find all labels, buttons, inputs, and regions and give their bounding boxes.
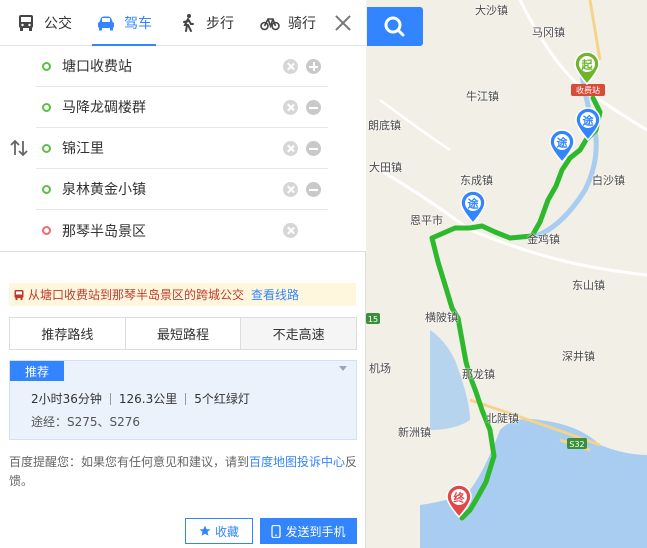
directions-panel: 公交 驾车 步行 骑行 塘口收费站 马降龙碉楼群 锦江里 泉林黄金小镇 那琴半岛… xyxy=(0,0,366,548)
map-label-enping: 恩平市 xyxy=(410,214,443,227)
map-label-dongcheng: 东成镇 xyxy=(460,174,493,187)
waypoint-via[interactable]: 泉林黄金小镇 xyxy=(36,169,328,210)
tab-bike[interactable]: 骑行 xyxy=(260,0,316,46)
map-label-magang: 马冈镇 xyxy=(532,26,565,39)
map-label-dongshan: 东山镇 xyxy=(572,279,605,292)
favorite-label: 收藏 xyxy=(214,524,239,539)
road-s32-label: S32 xyxy=(569,440,584,449)
swap-icon[interactable] xyxy=(9,139,29,157)
via-dot-icon xyxy=(42,102,51,112)
route-option-tabs: 推荐路线 最短路程 不走高速 xyxy=(9,317,357,350)
via-marker-label: 途 xyxy=(583,114,595,128)
tab-bus-label: 公交 xyxy=(44,16,72,32)
end-marker-icon[interactable]: 终 xyxy=(446,484,472,518)
tab-bus[interactable]: 公交 xyxy=(16,0,72,46)
tab-bike-label: 骑行 xyxy=(288,16,316,32)
map-label-shenjing: 深井镇 xyxy=(562,350,595,363)
map-label-nalong: 那龙镇 xyxy=(462,368,495,381)
bike-icon xyxy=(260,18,280,31)
send-to-phone-label: 发送到手机 xyxy=(285,524,346,539)
remove-waypoint-icon[interactable] xyxy=(306,141,321,156)
clear-icon[interactable] xyxy=(283,141,298,156)
route-result-card[interactable]: 推荐 2小时36分钟 126.3公里 5个红绿灯 途经：S275、S276 xyxy=(9,360,357,440)
via-marker-icon[interactable]: 途 xyxy=(549,129,575,163)
via-marker-icon[interactable]: 途 xyxy=(460,190,486,224)
phone-icon xyxy=(271,524,282,538)
via-marker-label: 途 xyxy=(468,197,480,211)
tab-walk-label: 步行 xyxy=(206,16,234,32)
map-label-baisha: 白沙镇 xyxy=(592,174,625,187)
clear-icon[interactable] xyxy=(283,100,298,115)
map-label-niujiang: 牛江镇 xyxy=(466,90,499,103)
search-button[interactable] xyxy=(367,7,423,46)
route-distance: 126.3公里 xyxy=(118,392,178,406)
divider xyxy=(109,392,111,405)
tab-recommended-route[interactable]: 推荐路线 xyxy=(10,318,126,349)
feedback-prefix: 百度提醒您：如果您有任何意见和建议，请到 xyxy=(9,455,250,469)
toll-label: 收费站 xyxy=(576,85,600,95)
end-marker-label: 终 xyxy=(454,491,466,505)
star-icon xyxy=(199,525,211,536)
remove-waypoint-icon[interactable] xyxy=(306,100,321,115)
map-label-airport: 机场 xyxy=(369,362,391,375)
travel-mode-bar: 公交 驾车 步行 骑行 xyxy=(0,0,366,46)
via-marker-label: 途 xyxy=(557,136,569,150)
clear-icon[interactable] xyxy=(283,59,298,74)
send-to-phone-button[interactable]: 发送到手机 xyxy=(260,518,357,544)
bus-icon xyxy=(14,289,24,300)
route-time: 2小时36分钟 xyxy=(31,392,102,406)
via-dot-icon xyxy=(42,184,51,194)
via-dot-icon xyxy=(42,143,51,153)
bus-icon xyxy=(19,15,33,31)
clear-icon[interactable] xyxy=(283,223,298,238)
waypoint-end[interactable]: 那琴半岛景区 xyxy=(36,210,328,251)
map-label-beidou: 北陡镇 xyxy=(486,412,519,425)
recommended-badge: 推荐 xyxy=(10,361,64,381)
route-via-roads: 途经：S275、S276 xyxy=(31,415,141,429)
start-marker-label: 起 xyxy=(581,58,594,72)
clear-icon[interactable] xyxy=(283,182,298,197)
bus-tip-text: 从塘口收费站到那琴半岛景区的跨城公交 xyxy=(28,288,245,302)
map-label-xinzhou: 新洲镇 xyxy=(398,426,431,439)
map-label-datian: 大田镇 xyxy=(369,161,402,174)
close-icon[interactable] xyxy=(330,10,356,36)
view-bus-route-link[interactable]: 查看线路 xyxy=(251,286,299,303)
waypoint-via[interactable]: 锦江里 xyxy=(36,128,328,169)
tab-shortest-route[interactable]: 最短路程 xyxy=(125,318,242,349)
search-icon xyxy=(384,16,405,37)
end-dot-icon xyxy=(42,226,51,235)
complaint-center-link[interactable]: 百度地图投诉中心 xyxy=(249,455,345,469)
tab-avoid-highway[interactable]: 不走高速 xyxy=(241,318,357,349)
add-waypoint-icon[interactable] xyxy=(306,59,321,74)
feedback-note: 百度提醒您：如果您有任何意见和建议，请到百度地图投诉中心反馈。 xyxy=(9,453,359,491)
start-marker-icon[interactable]: 起 xyxy=(574,51,600,85)
map-label-langdi: 朗底镇 xyxy=(368,119,401,132)
favorite-button[interactable]: 收藏 xyxy=(185,518,253,544)
bus-tip: 从塘口收费站到那琴半岛景区的跨城公交 查看线路 xyxy=(9,283,356,306)
map-label-jinji: 金鸡镇 xyxy=(527,233,560,246)
tab-drive[interactable]: 驾车 xyxy=(92,0,156,46)
tab-walk[interactable]: 步行 xyxy=(178,0,234,46)
expand-arrow-icon[interactable] xyxy=(339,366,347,371)
remove-waypoint-icon[interactable] xyxy=(306,182,321,197)
road-15-label: 15 xyxy=(368,315,378,324)
route-traffic-lights: 5个红绿灯 xyxy=(194,392,250,406)
waypoint-list: 塘口收费站 马降龙碉楼群 锦江里 泉林黄金小镇 那琴半岛景区 xyxy=(0,46,366,252)
waypoint-via[interactable]: 马降龙碉楼群 xyxy=(36,87,328,128)
divider xyxy=(185,392,187,405)
waypoint-start[interactable]: 塘口收费站 xyxy=(36,46,328,87)
tab-drive-label: 驾车 xyxy=(124,16,152,32)
map-label-dasha: 大沙镇 xyxy=(475,4,508,17)
walk-icon xyxy=(183,14,194,32)
car-icon xyxy=(98,16,114,31)
via-marker-icon[interactable]: 途 xyxy=(575,107,601,141)
route-stats: 2小时36分钟 126.3公里 5个红绿灯 xyxy=(31,390,250,407)
map-label-hengpo: 横陂镇 xyxy=(425,311,458,324)
start-dot-icon xyxy=(42,61,51,71)
